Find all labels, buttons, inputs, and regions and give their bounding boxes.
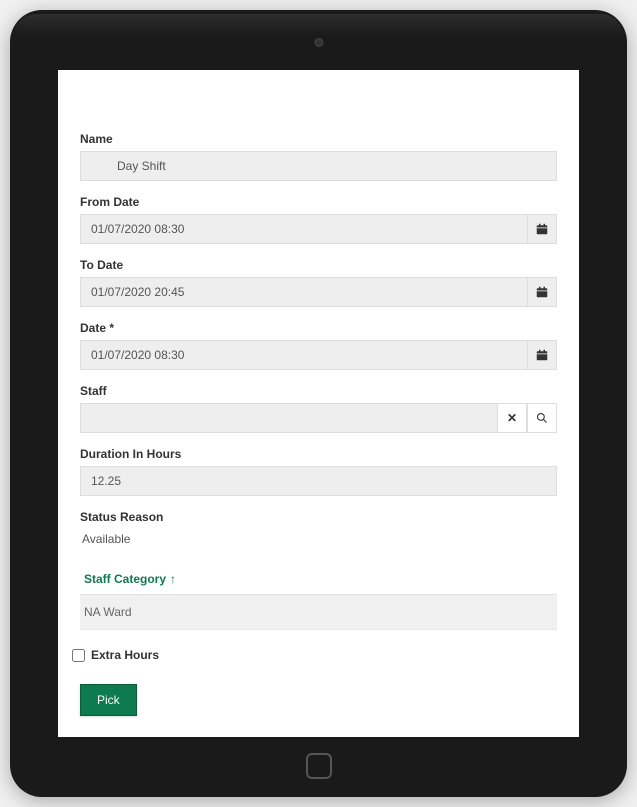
- status-reason-label: Status Reason: [80, 510, 557, 524]
- extra-hours-label: Extra Hours: [91, 648, 159, 662]
- tablet-home-button[interactable]: [306, 753, 332, 779]
- to-date-input[interactable]: 01/07/2020 20:45: [80, 277, 527, 307]
- status-reason-group: Status Reason Available: [80, 510, 557, 550]
- staff-label: Staff: [80, 384, 557, 398]
- name-input[interactable]: Day Shift: [80, 151, 557, 181]
- staff-category-column-header[interactable]: Staff Category ↑: [80, 564, 557, 595]
- tablet-frame: Name Day Shift From Date 01/07/2020 08:3…: [10, 10, 627, 797]
- staff-field-group: Staff ✕: [80, 384, 557, 433]
- close-icon: ✕: [507, 411, 517, 425]
- name-label: Name: [80, 132, 557, 146]
- name-value: Day Shift: [117, 159, 166, 173]
- date-value: 01/07/2020 08:30: [91, 348, 184, 362]
- status-reason-value: Available: [80, 528, 557, 550]
- calendar-icon: [536, 223, 548, 235]
- calendar-icon: [536, 286, 548, 298]
- name-field-group: Name Day Shift: [80, 132, 557, 181]
- calendar-icon: [536, 349, 548, 361]
- column-header-label: Staff Category: [84, 572, 166, 586]
- pick-button[interactable]: Pick: [80, 684, 137, 716]
- date-input[interactable]: 01/07/2020 08:30: [80, 340, 527, 370]
- duration-label: Duration In Hours: [80, 447, 557, 461]
- table-row[interactable]: NA Ward: [80, 595, 557, 630]
- app-screen: Name Day Shift From Date 01/07/2020 08:3…: [58, 70, 579, 737]
- to-date-label: To Date: [80, 258, 557, 272]
- date-field-group: Date * 01/07/2020 08:30: [80, 321, 557, 370]
- to-date-value: 01/07/2020 20:45: [91, 285, 184, 299]
- extra-hours-checkbox[interactable]: [72, 649, 85, 662]
- duration-input[interactable]: 12.25: [80, 466, 557, 496]
- sort-ascending-icon: ↑: [170, 572, 176, 586]
- duration-value: 12.25: [91, 474, 121, 488]
- from-date-label: From Date: [80, 195, 557, 209]
- to-date-calendar-button[interactable]: [527, 277, 557, 307]
- from-date-calendar-button[interactable]: [527, 214, 557, 244]
- to-date-field-group: To Date 01/07/2020 20:45: [80, 258, 557, 307]
- from-date-field-group: From Date 01/07/2020 08:30: [80, 195, 557, 244]
- from-date-value: 01/07/2020 08:30: [91, 222, 184, 236]
- extra-hours-row: Extra Hours: [72, 648, 557, 662]
- staff-search-button[interactable]: [527, 403, 557, 433]
- date-calendar-button[interactable]: [527, 340, 557, 370]
- search-icon: [536, 412, 548, 424]
- duration-field-group: Duration In Hours 12.25: [80, 447, 557, 496]
- from-date-input[interactable]: 01/07/2020 08:30: [80, 214, 527, 244]
- staff-input[interactable]: [80, 403, 497, 433]
- table-cell-value: NA Ward: [84, 605, 132, 619]
- tablet-camera: [314, 38, 323, 47]
- pick-button-label: Pick: [97, 693, 120, 707]
- staff-clear-button[interactable]: ✕: [497, 403, 527, 433]
- date-label: Date *: [80, 321, 557, 335]
